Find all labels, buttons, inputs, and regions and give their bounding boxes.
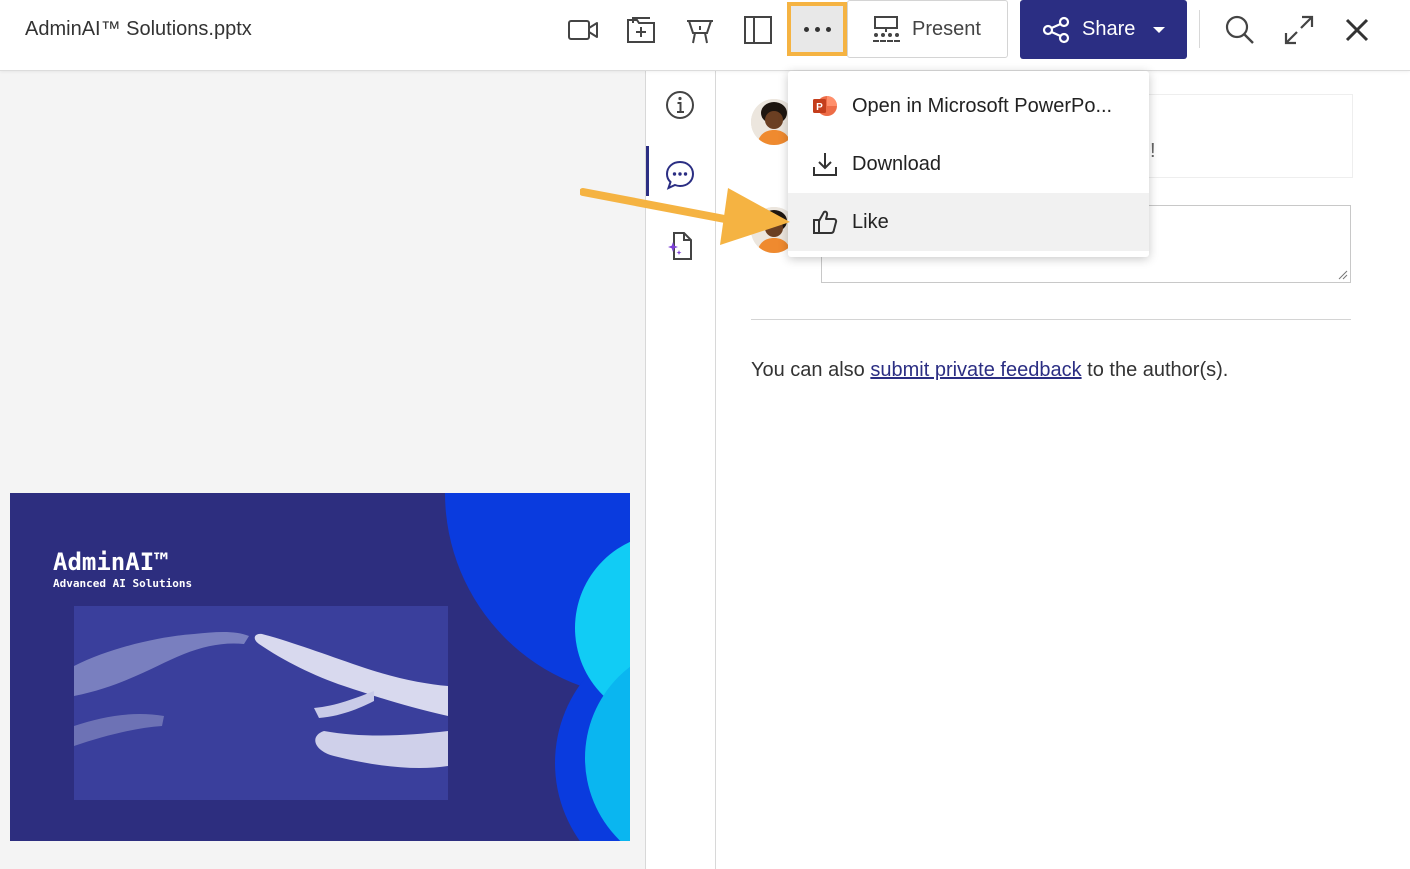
svg-text:P: P [816, 102, 823, 113]
menu-item-label: Open in Microsoft PowerPo... [852, 94, 1113, 117]
top-toolbar: AdminAI™ Solutions.pptx Present Share [0, 0, 1410, 71]
panel-toggle-icon[interactable] [738, 12, 778, 48]
powerpoint-icon: P [810, 95, 840, 117]
slide-hands-image [74, 606, 448, 800]
present-label: Present [912, 17, 981, 40]
comment-text: ! [1150, 140, 1156, 162]
search-icon[interactable] [1220, 12, 1260, 48]
thumbs-up-icon [810, 209, 840, 235]
share-label: Share [1082, 18, 1136, 40]
annotation-arrow-icon [580, 188, 790, 245]
menu-item-label: Download [852, 152, 941, 175]
feedback-text: You can also submit private feedback to … [751, 359, 1228, 382]
share-icon [1042, 16, 1070, 43]
private-feedback-link[interactable]: submit private feedback [870, 359, 1081, 381]
slide-subtitle: Advanced AI Solutions [53, 577, 193, 590]
share-button[interactable]: Share [1020, 0, 1187, 59]
chevron-down-icon[interactable] [1153, 26, 1166, 33]
present-icon [873, 16, 900, 42]
toolbar-divider [1199, 10, 1200, 48]
resize-handle-icon[interactable] [1336, 268, 1348, 280]
comment-card [1140, 94, 1353, 178]
present-button[interactable]: Present [847, 0, 1008, 58]
video-camera-icon[interactable] [563, 12, 603, 48]
more-options-menu: P Open in Microsoft PowerPo... Download … [788, 71, 1149, 257]
info-icon[interactable] [662, 87, 698, 123]
expand-icon[interactable] [1279, 12, 1319, 48]
slide-title: AdminAI™ [53, 548, 169, 576]
more-options-button[interactable] [787, 2, 847, 56]
presentation-stand-icon[interactable] [680, 12, 720, 48]
feedback-suffix: to the author(s). [1081, 359, 1229, 381]
add-to-folder-icon[interactable] [621, 12, 661, 48]
menu-item-download[interactable]: Download [788, 135, 1149, 193]
section-divider [751, 319, 1351, 320]
slide-thumbnail[interactable]: AdminAI™ Advanced AI Solutions [10, 493, 630, 841]
menu-item-like[interactable]: Like [788, 193, 1149, 251]
more-options-icon [803, 26, 809, 32]
feedback-prefix: You can also [751, 359, 871, 381]
close-icon[interactable] [1337, 12, 1377, 48]
document-title: AdminAI™ Solutions.pptx [25, 18, 252, 40]
menu-item-label: Like [852, 210, 889, 233]
download-icon [810, 151, 840, 177]
menu-item-open-in-powerpoint[interactable]: P Open in Microsoft PowerPo... [788, 77, 1149, 135]
